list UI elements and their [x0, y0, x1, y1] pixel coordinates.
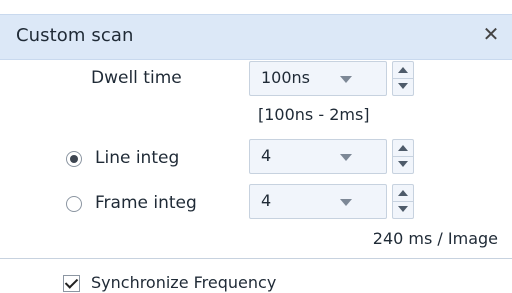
line-integ-label: Line integ [95, 148, 180, 168]
line-integ-dropdown[interactable]: 4 [249, 139, 387, 174]
chevron-down-icon[interactable] [340, 199, 352, 206]
decrement-arrow-icon[interactable] [393, 156, 413, 172]
chevron-down-icon[interactable] [340, 76, 352, 83]
dwell-time-dropdown[interactable]: 100ns [249, 61, 387, 96]
divider [0, 258, 512, 259]
panel-title: Custom scan [16, 25, 134, 46]
decrement-arrow-icon[interactable] [393, 201, 413, 217]
chevron-down-icon[interactable] [340, 154, 352, 161]
frame-integ-value: 4 [261, 191, 272, 210]
decrement-arrow-icon[interactable] [393, 78, 413, 94]
line-integ-radio[interactable] [66, 151, 82, 167]
panel-titlebar: Custom scan ✕ [0, 14, 512, 60]
increment-arrow-icon[interactable] [393, 62, 413, 79]
frame-integ-radio[interactable] [66, 196, 82, 212]
sync-frequency-checkbox[interactable] [63, 275, 80, 292]
dwell-time-range: [100ns - 2ms] [258, 105, 370, 124]
line-integ-stepper[interactable] [392, 139, 414, 174]
custom-scan-panel: Custom scan ✕ Dwell time 100ns [100ns - … [0, 0, 512, 293]
increment-arrow-icon[interactable] [393, 140, 413, 157]
frame-rate-readout: 240 ms / Image [372, 229, 498, 248]
dwell-time-value: 100ns [261, 68, 311, 87]
close-icon[interactable]: ✕ [480, 23, 502, 45]
sync-frequency-label: Synchronize Frequency [91, 273, 277, 292]
dwell-time-label: Dwell time [91, 68, 182, 88]
frame-integ-stepper[interactable] [392, 184, 414, 219]
frame-integ-label: Frame integ [95, 193, 197, 213]
line-integ-value: 4 [261, 146, 272, 165]
dwell-time-stepper[interactable] [392, 61, 414, 96]
increment-arrow-icon[interactable] [393, 185, 413, 202]
frame-integ-dropdown[interactable]: 4 [249, 184, 387, 219]
